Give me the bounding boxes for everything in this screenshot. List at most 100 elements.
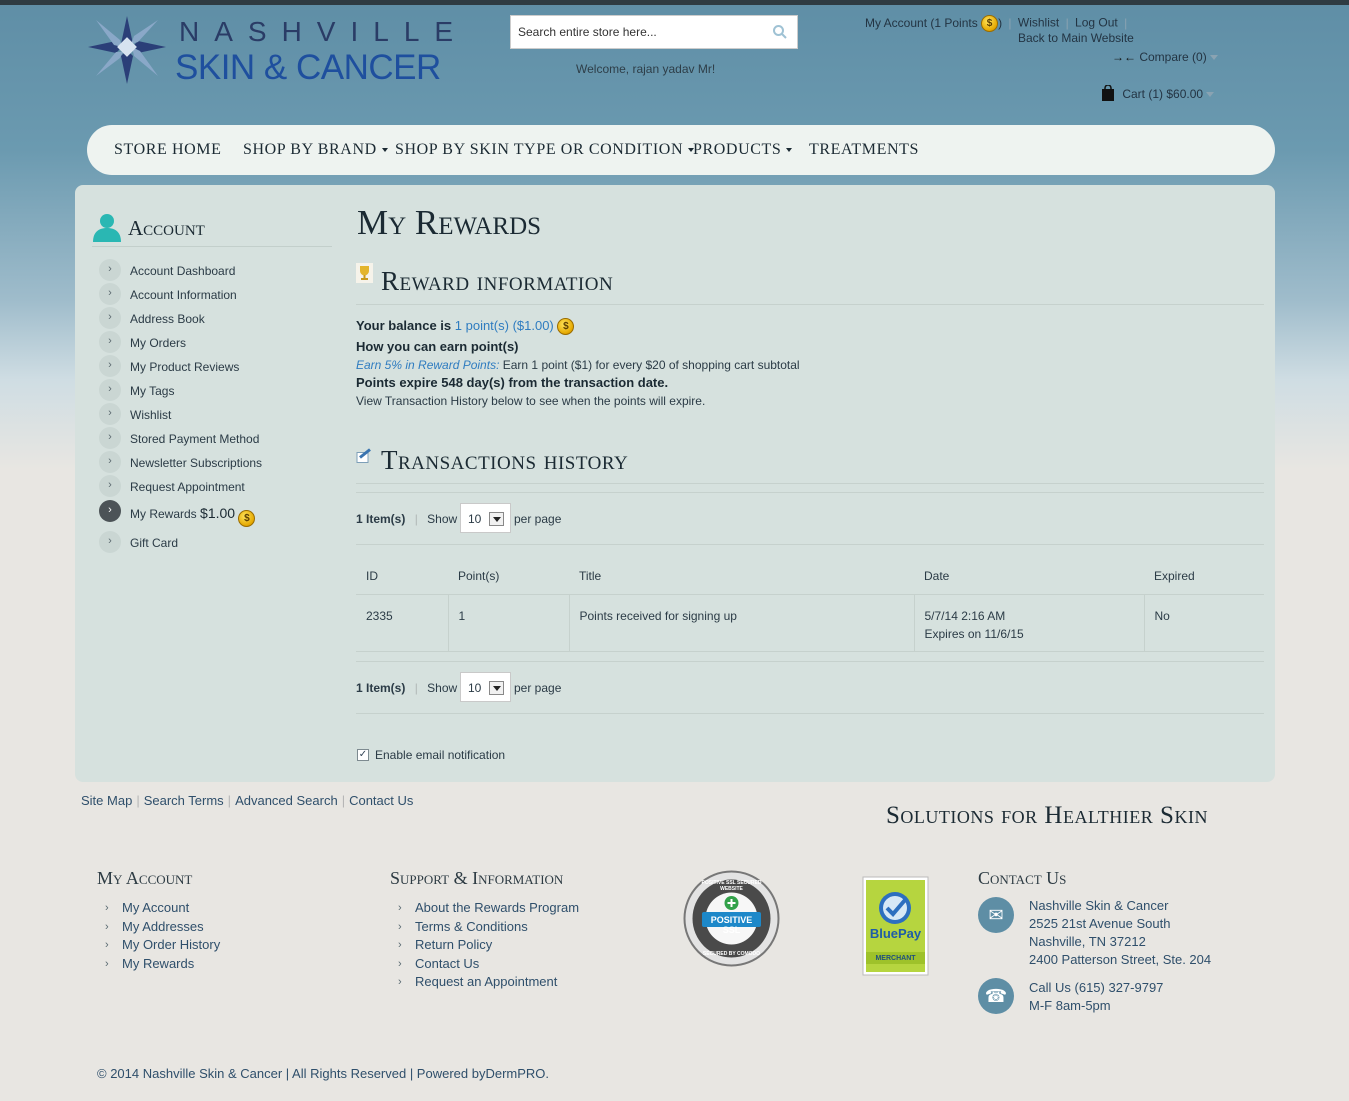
footer-return-policy-link[interactable]: › Return Policy (398, 936, 579, 955)
sidebar-item-label: Newsletter Subscriptions (130, 456, 263, 470)
cell-id: 2335 (356, 594, 448, 652)
chevron-right-icon: › (99, 355, 121, 377)
balance-prefix: Your balance is (356, 318, 452, 333)
bluepay-badge[interactable]: BluePay MERCHANT (862, 876, 929, 976)
email-notification-label: Enable email notification (375, 748, 506, 762)
cell-title: Points received for signing up (568, 594, 914, 652)
sidebar-item-label: Gift Card (130, 536, 179, 550)
link-label: My Order History (122, 937, 221, 953)
email-notification-checkbox[interactable]: ✓ (357, 749, 369, 761)
chevron-down-icon (489, 512, 504, 526)
col-id: ID (356, 558, 448, 595)
cart-label: Cart (1) $60.00 (1122, 87, 1204, 101)
cell-expired: No (1143, 594, 1264, 652)
footer-contact-us-link[interactable]: › Contact Us (398, 955, 579, 974)
footer-my-account-list: › My Account › My Addresses › My Order Hist… (105, 899, 220, 973)
chevron-right-icon: › (99, 531, 121, 553)
my-account-label: My Account (1 Points (865, 15, 978, 30)
nav-label: Products (693, 141, 782, 158)
nav-shop-by-skin-type[interactable]: Shop by Skin Type or Condition (395, 141, 695, 159)
sidebar-item-label: Account Dashboard (130, 264, 236, 278)
chevron-right-icon: › (105, 920, 109, 933)
address-line: Nashville Skin & Cancer (1029, 898, 1169, 913)
nav-label: Shop by Skin Type or Condition (395, 141, 684, 158)
col-points: Point(s) (448, 558, 569, 595)
back-to-main-link[interactable]: Back to Main Website (1018, 31, 1134, 45)
site-logo[interactable]: NASHVILLE SKIN & CANCER (86, 14, 453, 87)
wishlist-link[interactable]: Wishlist (1018, 16, 1059, 30)
show-label: Show (427, 681, 458, 695)
date-value: 5/7/14 2:16 AM (924, 608, 1006, 623)
footer-link-contact-us[interactable]: Contact Us (349, 793, 413, 808)
search-input[interactable] (511, 16, 761, 48)
footer-contact-title: Contact Us (978, 868, 1067, 888)
compare-dropdown[interactable]: →← Compare (0) (1112, 50, 1218, 64)
address-line: 2525 21st Avenue South (1029, 916, 1171, 931)
link-label: Return Policy (415, 937, 493, 953)
chevron-right-icon: › (99, 475, 121, 497)
show-label: Show (427, 512, 458, 526)
ssl-badge[interactable]: POSITIVE SSL SECURED WEBSITE POSITIVE SS… (683, 870, 780, 967)
table-row: 2335 1 Points received for signing up 5/… (356, 594, 1264, 652)
search-icon[interactable] (772, 24, 788, 43)
logout-link[interactable]: Log Out (1075, 16, 1118, 30)
balance-value: 1 point(s) ($1.00) (454, 318, 554, 333)
address-line: 2400 Patterson Street, Ste. 204 (1029, 952, 1212, 967)
footer-terms-link[interactable]: › Terms & Conditions (398, 918, 579, 937)
chevron-right-icon: › (398, 920, 402, 933)
nav-store-home[interactable]: Store Home (114, 141, 222, 159)
footer-link-advanced-search[interactable]: Advanced Search (235, 793, 338, 808)
chevron-right-icon: › (398, 902, 402, 914)
cell-points: 1 (447, 594, 569, 652)
page-title: My Rewards (357, 203, 542, 242)
nav-treatments[interactable]: Treatments (809, 141, 919, 159)
main-navigation: Store Home Shop by Brand Shop by Skin Ty… (87, 125, 1275, 175)
welcome-message: Welcome, rajan yadav Mr! (576, 62, 716, 76)
pager-bottom: 1 Item(s) | Show 10 per page (356, 672, 1264, 702)
chevron-right-icon: › (99, 331, 121, 353)
address-line: Nashville, TN 37212 (1029, 934, 1146, 949)
per-page-select[interactable]: 10 (460, 672, 511, 702)
reward-info-heading: Reward information (381, 266, 614, 296)
sidebar-item-label: Request Appointment (130, 480, 245, 494)
copyright: © 2014 Nashville Skin & Cancer | All Rig… (97, 1066, 549, 1081)
sidebar-item-label: My Product Reviews (130, 360, 240, 374)
copyright-end: . (545, 1066, 550, 1081)
ssl-badge-top-text: POSITIVE SSL SECURED WEBSITE (701, 880, 762, 892)
footer-link-search-terms[interactable]: Search Terms (144, 793, 224, 808)
footer-my-account-link[interactable]: › My Account (105, 899, 220, 918)
footer-link-site-map[interactable]: Site Map (81, 793, 132, 808)
account-user-icon (93, 214, 121, 242)
footer-my-addresses-link[interactable]: › My Addresses (105, 918, 220, 937)
cart-dropdown[interactable]: Cart (1) $60.00 (1101, 84, 1215, 101)
ssl-badge-bottom-text: SECURED BY COMODO (702, 951, 761, 957)
balance-line: Your balance is 1 point(s) ($1.00) $ (356, 318, 575, 336)
footer-my-rewards-link[interactable]: › My Rewards (105, 955, 220, 974)
nav-shop-by-brand[interactable]: Shop by Brand (243, 141, 388, 159)
sidebar-item-label: My Orders (130, 336, 187, 350)
chevron-right-icon: › (99, 379, 121, 401)
my-account-link[interactable]: My Account (1 Points $) (865, 15, 1003, 32)
dermpro-link[interactable]: DermPRO (485, 1066, 545, 1081)
footer-my-order-history-link[interactable]: › My Order History (105, 936, 220, 955)
my-account-close: ) (998, 15, 1003, 30)
chevron-down-icon (381, 148, 388, 153)
nav-label: Shop by Brand (243, 141, 377, 158)
rewards-amount: $1.00 (200, 505, 236, 521)
col-title: Title (569, 558, 914, 595)
sidebar-item-label: Stored Payment Method (130, 432, 260, 446)
footer-about-rewards-link[interactable]: › About the Rewards Program (398, 899, 579, 918)
per-page-select[interactable]: 10 (460, 503, 511, 533)
phone-line[interactable]: Call Us (615) 327-9797 (1029, 979, 1163, 997)
transactions-icon (356, 448, 371, 463)
link-label: My Account (122, 900, 190, 915)
coin-icon: $ (557, 318, 575, 336)
nav-products[interactable]: Products (693, 141, 793, 159)
sidebar-item-label: My Rewards (130, 507, 197, 521)
footer-request-appointment-link[interactable]: › Request an Appointment (398, 973, 579, 992)
pager-top: 1 Item(s) | Show 10 per page (356, 503, 1264, 533)
footer-tagline: Solutions for Healthier Skin (886, 802, 1208, 829)
ssl-badge-text: POSITIVE SSL (710, 915, 753, 935)
nav-label: Treatments (809, 141, 919, 158)
per-page-label: per page (514, 681, 562, 695)
